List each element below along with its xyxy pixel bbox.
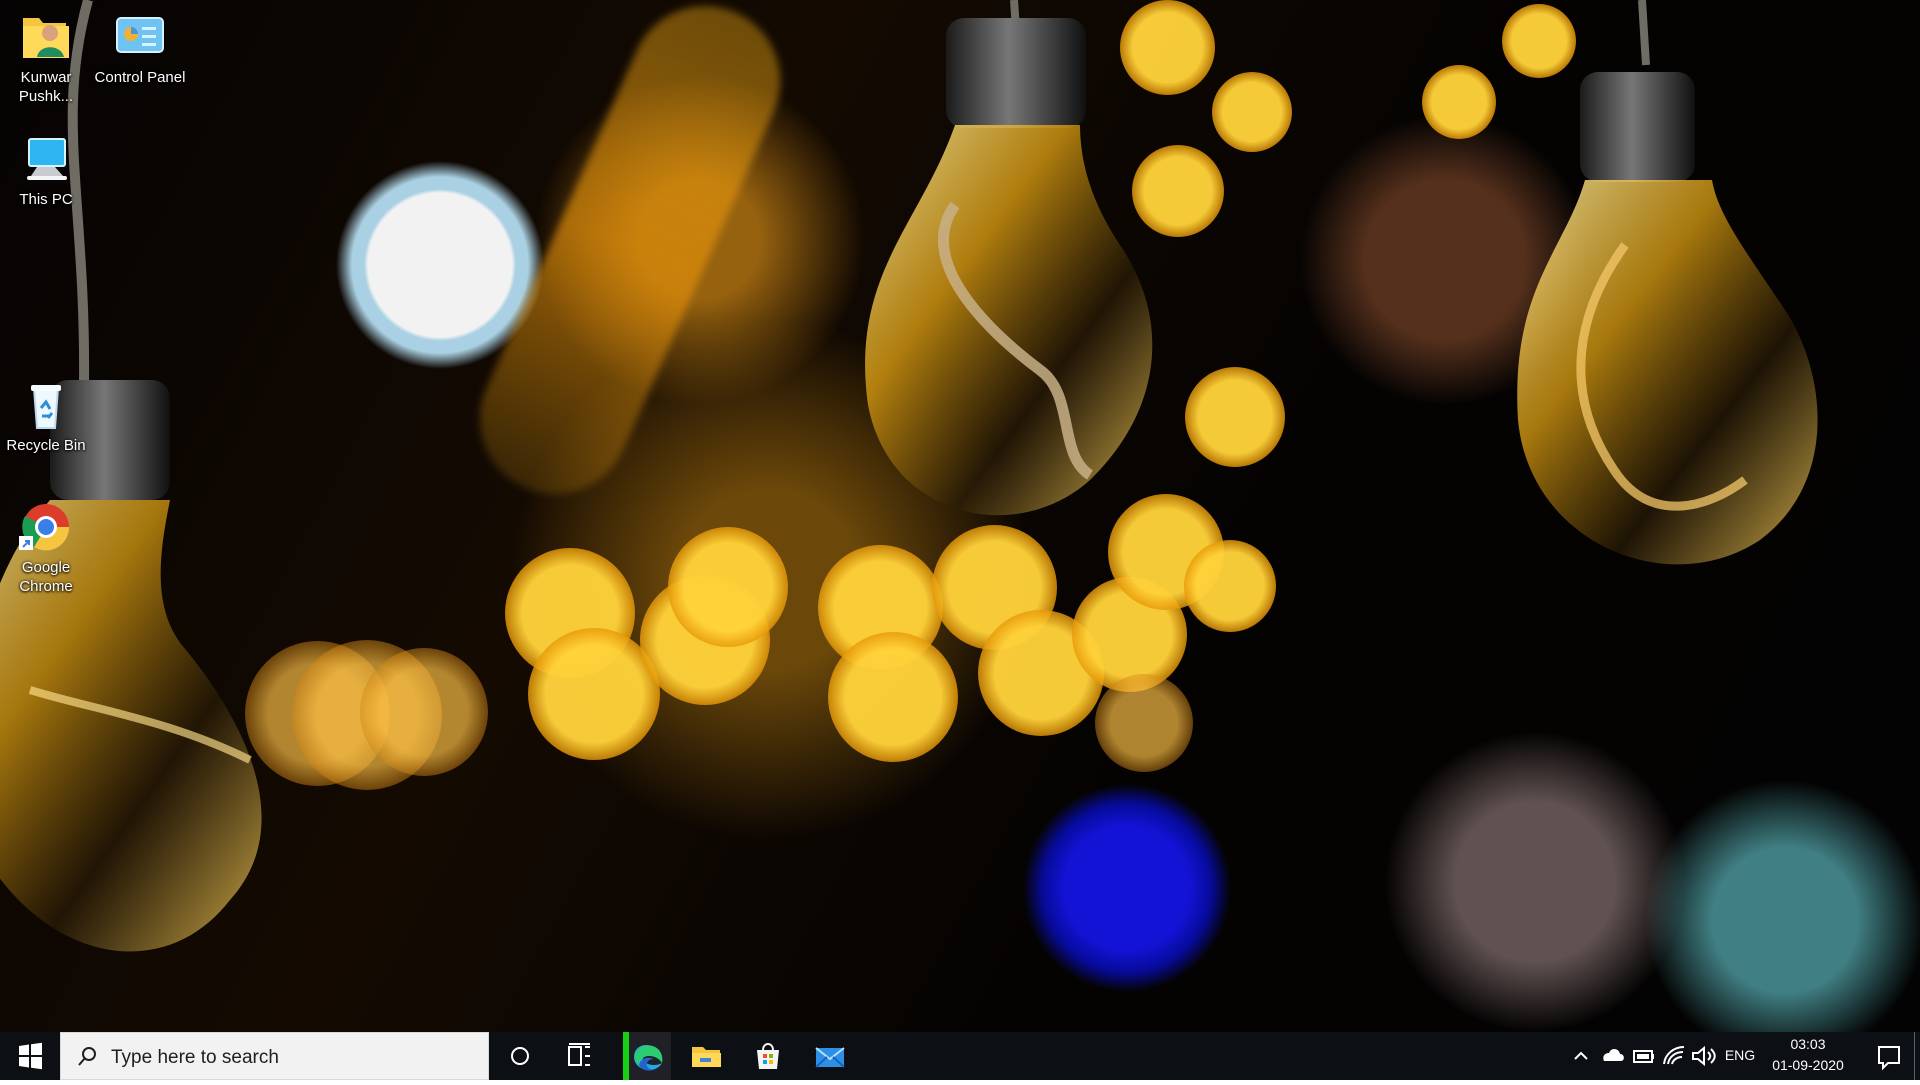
notification-icon — [1878, 1046, 1900, 1071]
desktop-icon-recycle-bin[interactable]: Recycle Bin — [0, 378, 92, 455]
cortana-button[interactable] — [496, 1032, 544, 1080]
search-placeholder: Type here to search — [111, 1047, 279, 1068]
volume-button[interactable] — [1688, 1032, 1718, 1080]
taskbar: Type here to search ENG 03:03 01-09-2020 — [0, 1032, 1920, 1080]
clock-button[interactable]: 03:03 01-09-2020 — [1760, 1032, 1856, 1080]
control-panel-icon — [113, 10, 167, 64]
show-desktop-button[interactable] — [1914, 1032, 1920, 1080]
mail-icon — [815, 1047, 845, 1068]
store-icon — [757, 1043, 779, 1069]
search-box[interactable]: Type here to search — [60, 1032, 489, 1080]
edge-icon — [634, 1045, 663, 1071]
battery-icon — [1633, 1050, 1654, 1063]
language-indicator[interactable]: ENG — [1722, 1047, 1758, 1063]
onedrive-button[interactable] — [1598, 1032, 1626, 1080]
chevron-up-icon — [1574, 1051, 1588, 1060]
desktop-icon-label: Google Chrome — [19, 559, 73, 595]
volume-icon — [1692, 1045, 1716, 1067]
taskbar-mail-button[interactable] — [806, 1032, 854, 1080]
taskbar-file-explorer-button[interactable] — [682, 1032, 730, 1080]
taskbar-edge-button[interactable] — [624, 1032, 672, 1080]
desktop-icon-google-chrome[interactable]: Google Chrome — [0, 500, 92, 596]
action-center-button[interactable] — [1866, 1032, 1912, 1080]
desktop-icon-label: Control Panel — [94, 69, 186, 86]
cortana-icon — [511, 1047, 529, 1065]
desktop-icon-label: This PC — [19, 191, 73, 208]
clock-date: 01-09-2020 — [1772, 1057, 1844, 1073]
desktop-wallpaper: Kunwar Pushk... Control Panel This PC Re… — [0, 0, 1920, 1032]
battery-button[interactable] — [1629, 1032, 1657, 1080]
desktop-icon-this-pc[interactable]: This PC — [0, 132, 92, 209]
search-icon — [78, 1047, 96, 1066]
taskbar-store-button[interactable] — [744, 1032, 792, 1080]
wifi-icon — [1663, 1046, 1685, 1065]
show-hidden-icons-button[interactable] — [1569, 1032, 1593, 1080]
desktop-icon-label: Recycle Bin — [6, 437, 86, 454]
recycle-bin-icon — [19, 378, 73, 432]
user-folder-icon — [19, 10, 73, 64]
windows-icon — [19, 1042, 42, 1070]
computer-icon — [19, 132, 73, 186]
onedrive-cloud-icon — [1603, 1048, 1624, 1061]
desktop-icon-user-folder[interactable]: Kunwar Pushk... — [0, 10, 92, 106]
wallpaper-light-bulbs — [0, 0, 1818, 952]
desktop-icon-label: Kunwar Pushk... — [18, 69, 74, 105]
task-view-icon — [568, 1043, 590, 1066]
chrome-icon — [19, 500, 73, 554]
desktop-icon-control-panel[interactable]: Control Panel — [94, 10, 186, 87]
clock-time: 03:03 — [1790, 1036, 1826, 1052]
network-button[interactable] — [1660, 1032, 1688, 1080]
task-view-button[interactable] — [555, 1032, 603, 1080]
folder-icon — [692, 1047, 721, 1067]
start-button[interactable] — [0, 1032, 60, 1080]
